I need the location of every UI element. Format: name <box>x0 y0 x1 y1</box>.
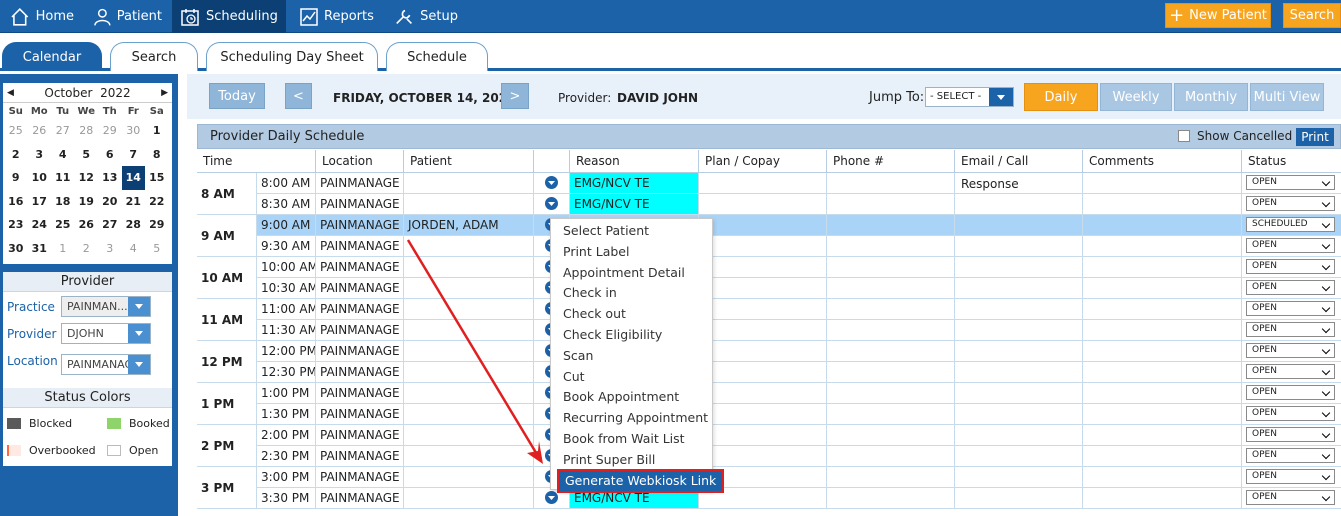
context-menu-item[interactable]: Book Appointment <box>563 387 679 407</box>
context-menu-item[interactable]: Print Super Bill <box>563 450 655 470</box>
context-menu-item[interactable]: Select Patient <box>563 221 649 241</box>
context-menu: Select Patient Print Label Appointment Det… <box>550 218 725 493</box>
context-menu-item[interactable]: Check Eligibility <box>563 325 662 345</box>
context-menu-item[interactable]: Cut <box>563 367 585 387</box>
context-menu-item[interactable]: Book from Wait List <box>563 429 685 449</box>
context-menu-item[interactable]: Recurring Appointment <box>563 408 708 428</box>
context-menu-item[interactable]: Check out <box>563 304 626 324</box>
context-menu-item[interactable]: Appointment Detail <box>563 263 685 283</box>
context-menu-item[interactable]: Generate Webkiosk Link <box>556 468 725 493</box>
context-menu-item[interactable]: Scan <box>563 346 593 366</box>
context-menu-item[interactable]: Print Label <box>563 242 629 262</box>
context-menu-item[interactable]: Check in <box>563 283 617 303</box>
